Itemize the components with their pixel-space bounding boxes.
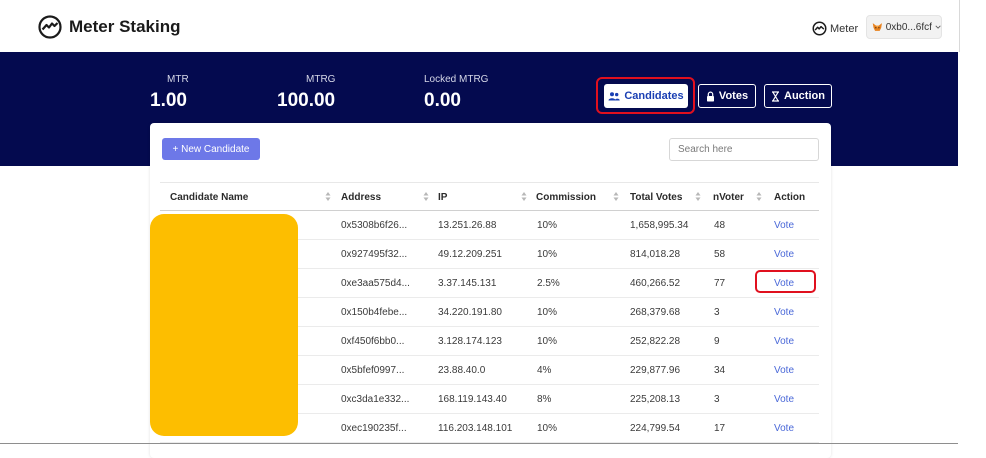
cell-commission: 10% xyxy=(537,220,558,231)
tab-candidates[interactable]: Candidates xyxy=(604,84,688,108)
cell-commission: 4% xyxy=(537,365,552,376)
vote-link[interactable]: Vote xyxy=(774,249,794,260)
tab-votes-label: Votes xyxy=(718,90,749,102)
cell-commission: 10% xyxy=(537,336,558,347)
cell-address: 0x5308b6f26... xyxy=(341,220,408,231)
candidates-card: + New Candidate Candidate Name Address I… xyxy=(150,123,831,458)
redaction-overlay xyxy=(150,214,298,436)
cell-total-votes: 1,658,995.34 xyxy=(630,220,689,231)
stat-label: Locked MTRG xyxy=(424,74,489,85)
sort-icon[interactable] xyxy=(613,191,619,202)
search-input[interactable] xyxy=(669,138,819,161)
chevron-down-icon xyxy=(935,25,941,29)
cell-nvoter: 3 xyxy=(714,394,720,405)
cell-commission: 10% xyxy=(537,423,558,434)
network-selector[interactable]: Meter xyxy=(812,21,858,36)
hourglass-icon xyxy=(772,90,780,102)
cell-total-votes: 224,799.54 xyxy=(630,423,681,434)
vote-link[interactable]: Vote xyxy=(774,336,794,347)
cell-address: 0x150b4febe... xyxy=(341,307,408,318)
table-header: Candidate Name Address IP Commission Tot… xyxy=(160,182,819,211)
wallet-button[interactable]: 0xb0...6fcf xyxy=(866,15,942,39)
cell-commission: 8% xyxy=(537,394,552,405)
sort-icon[interactable] xyxy=(756,191,762,202)
divider xyxy=(0,443,958,444)
cell-nvoter: 17 xyxy=(714,423,726,434)
cell-ip: 49.12.209.251 xyxy=(438,249,502,260)
stat-mtrg: MTRG 100.00 xyxy=(277,74,335,112)
cell-address: 0xf450f6bb0... xyxy=(341,336,405,347)
sort-icon[interactable] xyxy=(521,191,527,202)
cell-ip: 13.251.26.88 xyxy=(438,220,497,231)
cell-ip: 168.119.143.40 xyxy=(438,394,507,405)
stat-value: 100.00 xyxy=(277,90,336,111)
cell-total-votes: 268,379.68 xyxy=(630,307,681,318)
stat-label: MTR xyxy=(167,74,189,85)
column-header[interactable]: IP xyxy=(438,192,447,203)
tab-candidates-label: Candidates xyxy=(624,90,684,102)
meter-logo-icon xyxy=(38,15,62,39)
network-label: Meter xyxy=(830,22,859,35)
column-header[interactable]: Total Votes xyxy=(630,192,682,203)
cell-nvoter: 3 xyxy=(714,307,720,318)
cell-commission: 10% xyxy=(537,249,558,260)
stat-mtr: MTR 1.00 xyxy=(150,74,189,112)
sort-icon[interactable] xyxy=(325,191,331,202)
app-title: Meter Staking xyxy=(69,17,181,36)
vote-link[interactable]: Vote xyxy=(774,307,794,318)
cell-commission: 2.5% xyxy=(537,278,560,289)
cell-ip: 23.88.40.0 xyxy=(438,365,486,376)
cell-ip: 34.220.191.80 xyxy=(438,307,502,318)
sort-icon[interactable] xyxy=(695,191,701,202)
cell-commission: 10% xyxy=(537,307,558,318)
meter-network-icon xyxy=(812,21,827,36)
users-icon xyxy=(608,91,621,100)
vote-link[interactable]: Vote xyxy=(774,423,794,434)
stat-value: 1.00 xyxy=(150,90,187,111)
column-header[interactable]: nVoter xyxy=(713,192,744,203)
column-header: Action xyxy=(774,192,806,203)
sort-icon[interactable] xyxy=(423,191,429,202)
tab-auction[interactable]: Auction xyxy=(764,84,832,108)
column-header[interactable]: Candidate Name xyxy=(170,192,248,203)
tab-auction-label: Auction xyxy=(784,90,825,102)
cell-ip: 116.203.148.101 xyxy=(438,423,513,434)
cell-ip: 3.128.174.123 xyxy=(438,336,502,347)
vote-link[interactable]: Vote xyxy=(774,394,794,405)
top-bar: Meter Staking Meter 0xb0...6fcf xyxy=(0,0,960,52)
cell-address: 0xc3da1e332... xyxy=(341,394,410,405)
cell-nvoter: 48 xyxy=(714,220,726,231)
cell-total-votes: 252,822.28 xyxy=(630,336,681,347)
cell-address: 0x5bfef0997... xyxy=(341,365,405,376)
vote-link[interactable]: Vote xyxy=(774,365,794,376)
cell-total-votes: 460,266.52 xyxy=(630,278,681,289)
cell-address: 0xec190235f... xyxy=(341,423,407,434)
stat-value: 0.00 xyxy=(424,90,461,111)
cell-nvoter: 9 xyxy=(714,336,720,347)
cell-nvoter: 77 xyxy=(714,278,726,289)
vote-link[interactable]: Vote xyxy=(774,220,794,231)
cell-nvoter: 58 xyxy=(714,249,726,260)
cell-total-votes: 225,208.13 xyxy=(630,394,681,405)
cell-ip: 3.37.145.131 xyxy=(438,278,497,289)
cell-address: 0x927495f32... xyxy=(341,249,408,260)
stat-label: MTRG xyxy=(306,74,336,85)
tab-votes[interactable]: Votes xyxy=(698,84,756,108)
app-logo[interactable]: Meter Staking xyxy=(38,15,180,39)
cell-total-votes: 229,877.96 xyxy=(630,365,681,376)
metamask-fox-icon xyxy=(872,23,882,31)
cell-address: 0xe3aa575d4... xyxy=(341,278,410,289)
wallet-address: 0xb0...6fcf xyxy=(885,21,932,33)
cell-total-votes: 814,018.28 xyxy=(630,249,681,260)
highlight-box xyxy=(755,270,816,293)
new-candidate-button[interactable]: + New Candidate xyxy=(162,138,260,160)
lock-icon xyxy=(706,91,714,101)
column-header[interactable]: Address xyxy=(341,192,381,203)
cell-nvoter: 34 xyxy=(714,365,726,376)
column-header[interactable]: Commission xyxy=(536,192,596,203)
stat-locked-mtrg: Locked MTRG 0.00 xyxy=(424,74,488,112)
